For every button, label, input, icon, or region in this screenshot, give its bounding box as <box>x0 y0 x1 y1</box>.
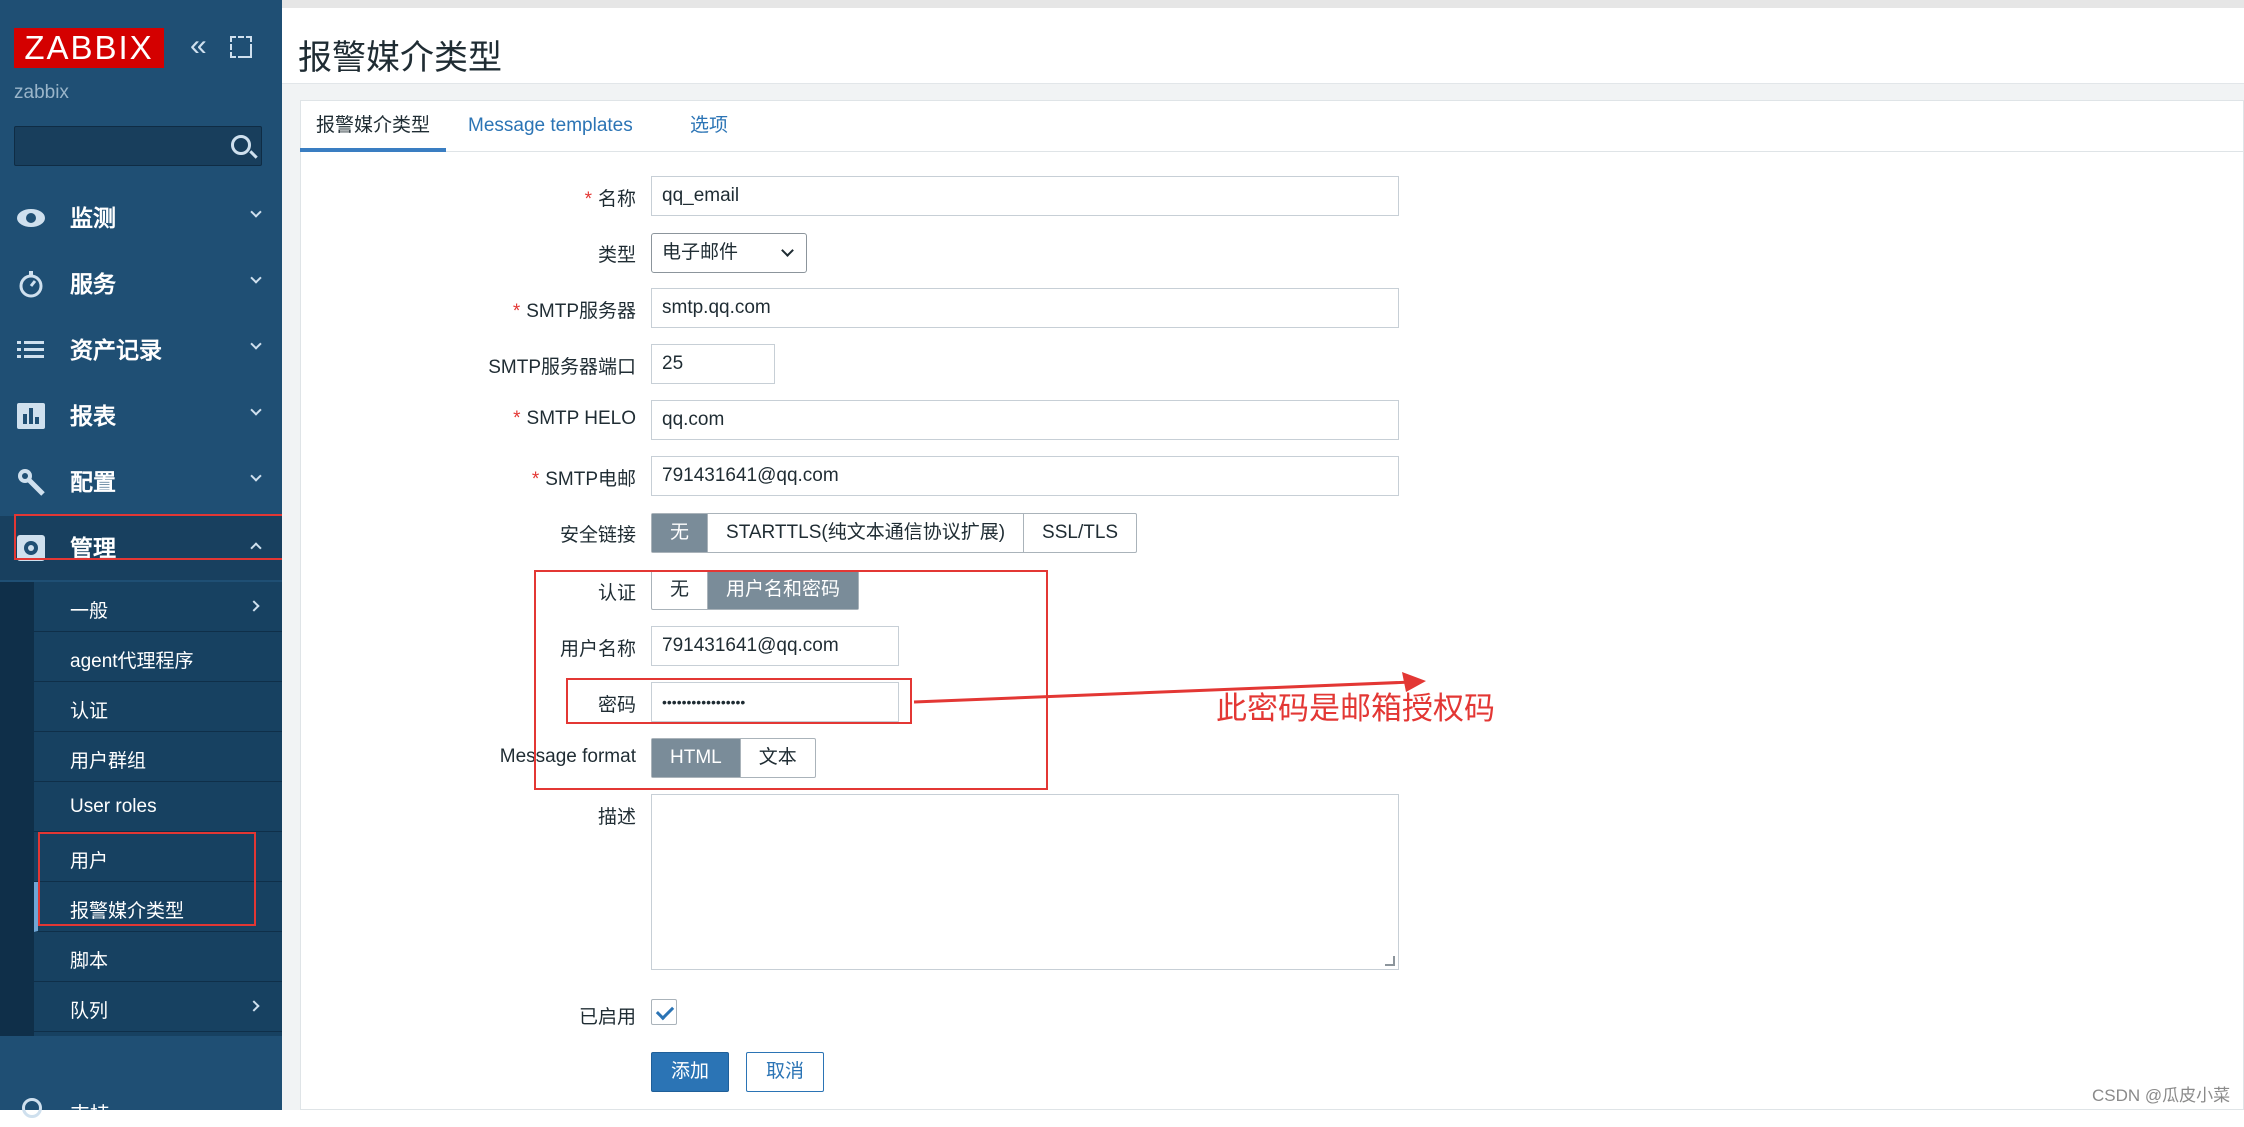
list-icon <box>16 336 46 364</box>
chevron-down-icon <box>250 338 262 350</box>
security-option-none[interactable]: 无 <box>652 514 709 552</box>
submenu-item-user-groups[interactable]: 用户群组 <box>34 732 282 782</box>
enabled-label: 已启用 <box>578 1007 636 1028</box>
nav-label: 监测 <box>70 205 116 231</box>
chevron-right-icon <box>248 1000 260 1012</box>
smtp-helo-field[interactable]: qq.com <box>651 400 1399 440</box>
submenu-rail <box>0 582 34 1036</box>
submenu-item-user-roles[interactable]: User roles <box>34 782 282 832</box>
resize-handle-icon[interactable] <box>1385 956 1395 966</box>
security-option-starttls[interactable]: STARTTLS(纯文本通信协议扩展) <box>708 514 1025 552</box>
submenu-label: 一般 <box>70 601 109 622</box>
page-title: 报警媒介类型 <box>298 39 502 77</box>
nav-label: 服务 <box>70 271 116 297</box>
submenu-label: 脚本 <box>70 951 109 972</box>
kiosk-mode-icon[interactable] <box>230 36 252 58</box>
sidebar-search-input[interactable] <box>14 126 262 166</box>
tab-media-type[interactable]: 报警媒介类型 <box>300 114 447 152</box>
type-select-value: 电子邮件 <box>662 242 739 263</box>
type-select[interactable]: 电子邮件 <box>651 233 807 273</box>
support-label[interactable]: 支持 <box>70 1098 110 1127</box>
sidebar: ZABBIX « zabbix 监测 服务 资产记录 报表 配置 管理 一般 a… <box>0 0 292 1126</box>
smtp-helo-label: * SMTP HELO <box>513 408 636 429</box>
smtp-server-label: * SMTP服务器 <box>512 301 636 322</box>
chevron-down-icon <box>250 272 262 284</box>
annotation-note: 此密码是邮箱授权码 <box>1216 691 1495 726</box>
admin-submenu: 一般 agent代理程序 认证 用户群组 User roles 用户 报警媒介类… <box>0 582 282 1036</box>
submenu-label: User roles <box>70 796 157 817</box>
name-label: * 名称 <box>584 189 636 210</box>
eye-icon <box>16 204 46 232</box>
tab-options[interactable]: 选项 <box>674 114 744 152</box>
nav-monitoring[interactable]: 监测 <box>0 186 282 250</box>
support-icon[interactable] <box>22 1098 42 1118</box>
server-name: zabbix <box>14 82 69 103</box>
chevron-down-icon <box>250 470 262 482</box>
watermark: CSDN @瓜皮小菜 <box>2092 1086 2231 1105</box>
stopwatch-icon <box>16 270 46 298</box>
security-toggle: 无 STARTTLS(纯文本通信协议扩展) SSL/TLS <box>651 513 1138 553</box>
description-field[interactable] <box>651 794 1399 970</box>
smtp-email-label: * SMTP电邮 <box>531 469 636 490</box>
main-content: 报警媒介类型 报警媒介类型 Message templates 选项 * 名称 q… <box>282 0 2244 1110</box>
page-header: 报警媒介类型 <box>282 8 2244 84</box>
smtp-port-label: SMTP服务器端口 <box>488 357 636 378</box>
submenu-item-general[interactable]: 一般 <box>34 582 282 632</box>
nav-reports[interactable]: 报表 <box>0 384 282 448</box>
name-field[interactable]: qq_email <box>651 176 1399 216</box>
submenu-label: agent代理程序 <box>70 651 194 672</box>
nav-inventory[interactable]: 资产记录 <box>0 318 282 382</box>
chevron-down-icon <box>781 244 794 257</box>
chevron-down-icon <box>250 206 262 218</box>
type-label: 类型 <box>597 245 636 266</box>
annotation-box-password <box>566 678 912 724</box>
smtp-server-field[interactable]: smtp.qq.com <box>651 288 1399 328</box>
submenu-item-queue[interactable]: 队列 <box>34 982 282 1032</box>
collapse-sidebar-icon[interactable]: « <box>190 31 216 61</box>
nav-label: 资产记录 <box>70 337 162 363</box>
smtp-email-field[interactable]: 791431641@qq.com <box>651 456 1399 496</box>
enabled-checkbox[interactable] <box>651 999 677 1025</box>
zabbix-logo[interactable]: ZABBIX <box>14 28 164 68</box>
description-label: 描述 <box>597 807 636 828</box>
submenu-label: 队列 <box>70 1001 109 1022</box>
submenu-item-proxies[interactable]: agent代理程序 <box>34 632 282 682</box>
smtp-port-field[interactable]: 25 <box>651 344 775 384</box>
submenu-label: 用户群组 <box>70 751 147 772</box>
chevron-right-icon <box>248 600 260 612</box>
tab-bar: 报警媒介类型 Message templates 选项 <box>300 100 2244 152</box>
submenu-item-authentication[interactable]: 认证 <box>34 682 282 732</box>
annotation-box-admin <box>14 514 292 560</box>
bar-chart-icon <box>16 402 46 430</box>
wrench-icon <box>16 468 46 496</box>
nav-label: 报表 <box>70 403 116 429</box>
add-button[interactable]: 添加 <box>651 1052 729 1092</box>
cancel-button[interactable]: 取消 <box>746 1052 824 1092</box>
security-label: 安全链接 <box>559 525 636 546</box>
nav-label: 配置 <box>70 469 116 495</box>
nav-configuration[interactable]: 配置 <box>0 450 282 514</box>
search-icon[interactable] <box>231 135 251 155</box>
tab-message-templates[interactable]: Message templates <box>452 114 649 152</box>
security-option-ssl-tls[interactable]: SSL/TLS <box>1024 514 1136 552</box>
annotation-box-users <box>38 832 256 926</box>
chevron-down-icon <box>250 404 262 416</box>
nav-services[interactable]: 服务 <box>0 252 282 316</box>
submenu-item-scripts[interactable]: 脚本 <box>34 932 282 982</box>
submenu-label: 认证 <box>70 701 109 722</box>
